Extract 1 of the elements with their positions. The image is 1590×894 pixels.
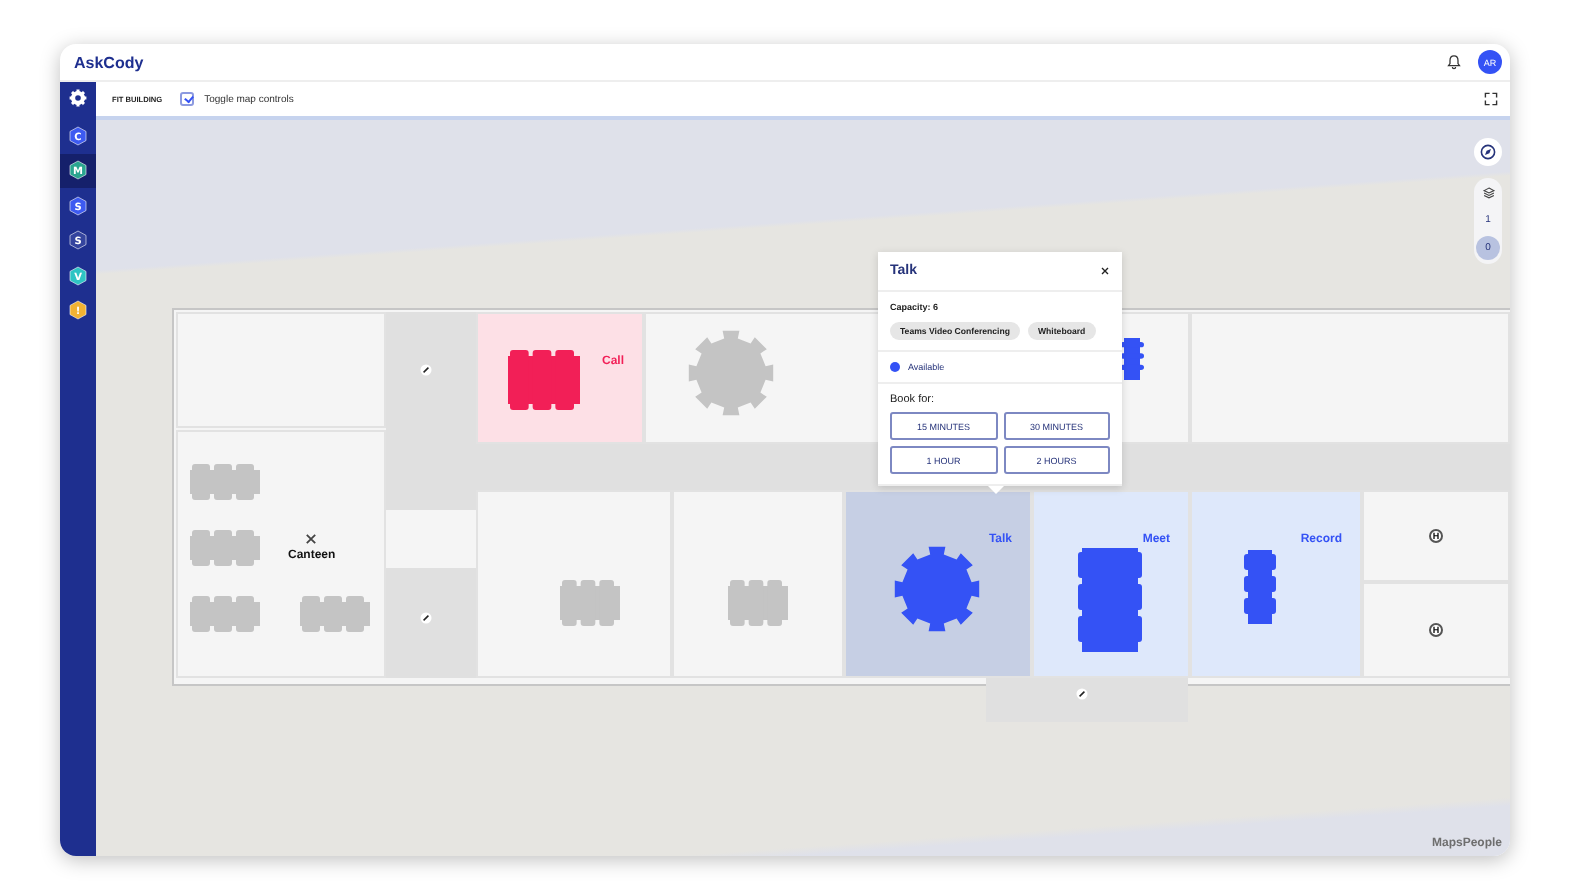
- app-logo: AskCody: [74, 53, 144, 71]
